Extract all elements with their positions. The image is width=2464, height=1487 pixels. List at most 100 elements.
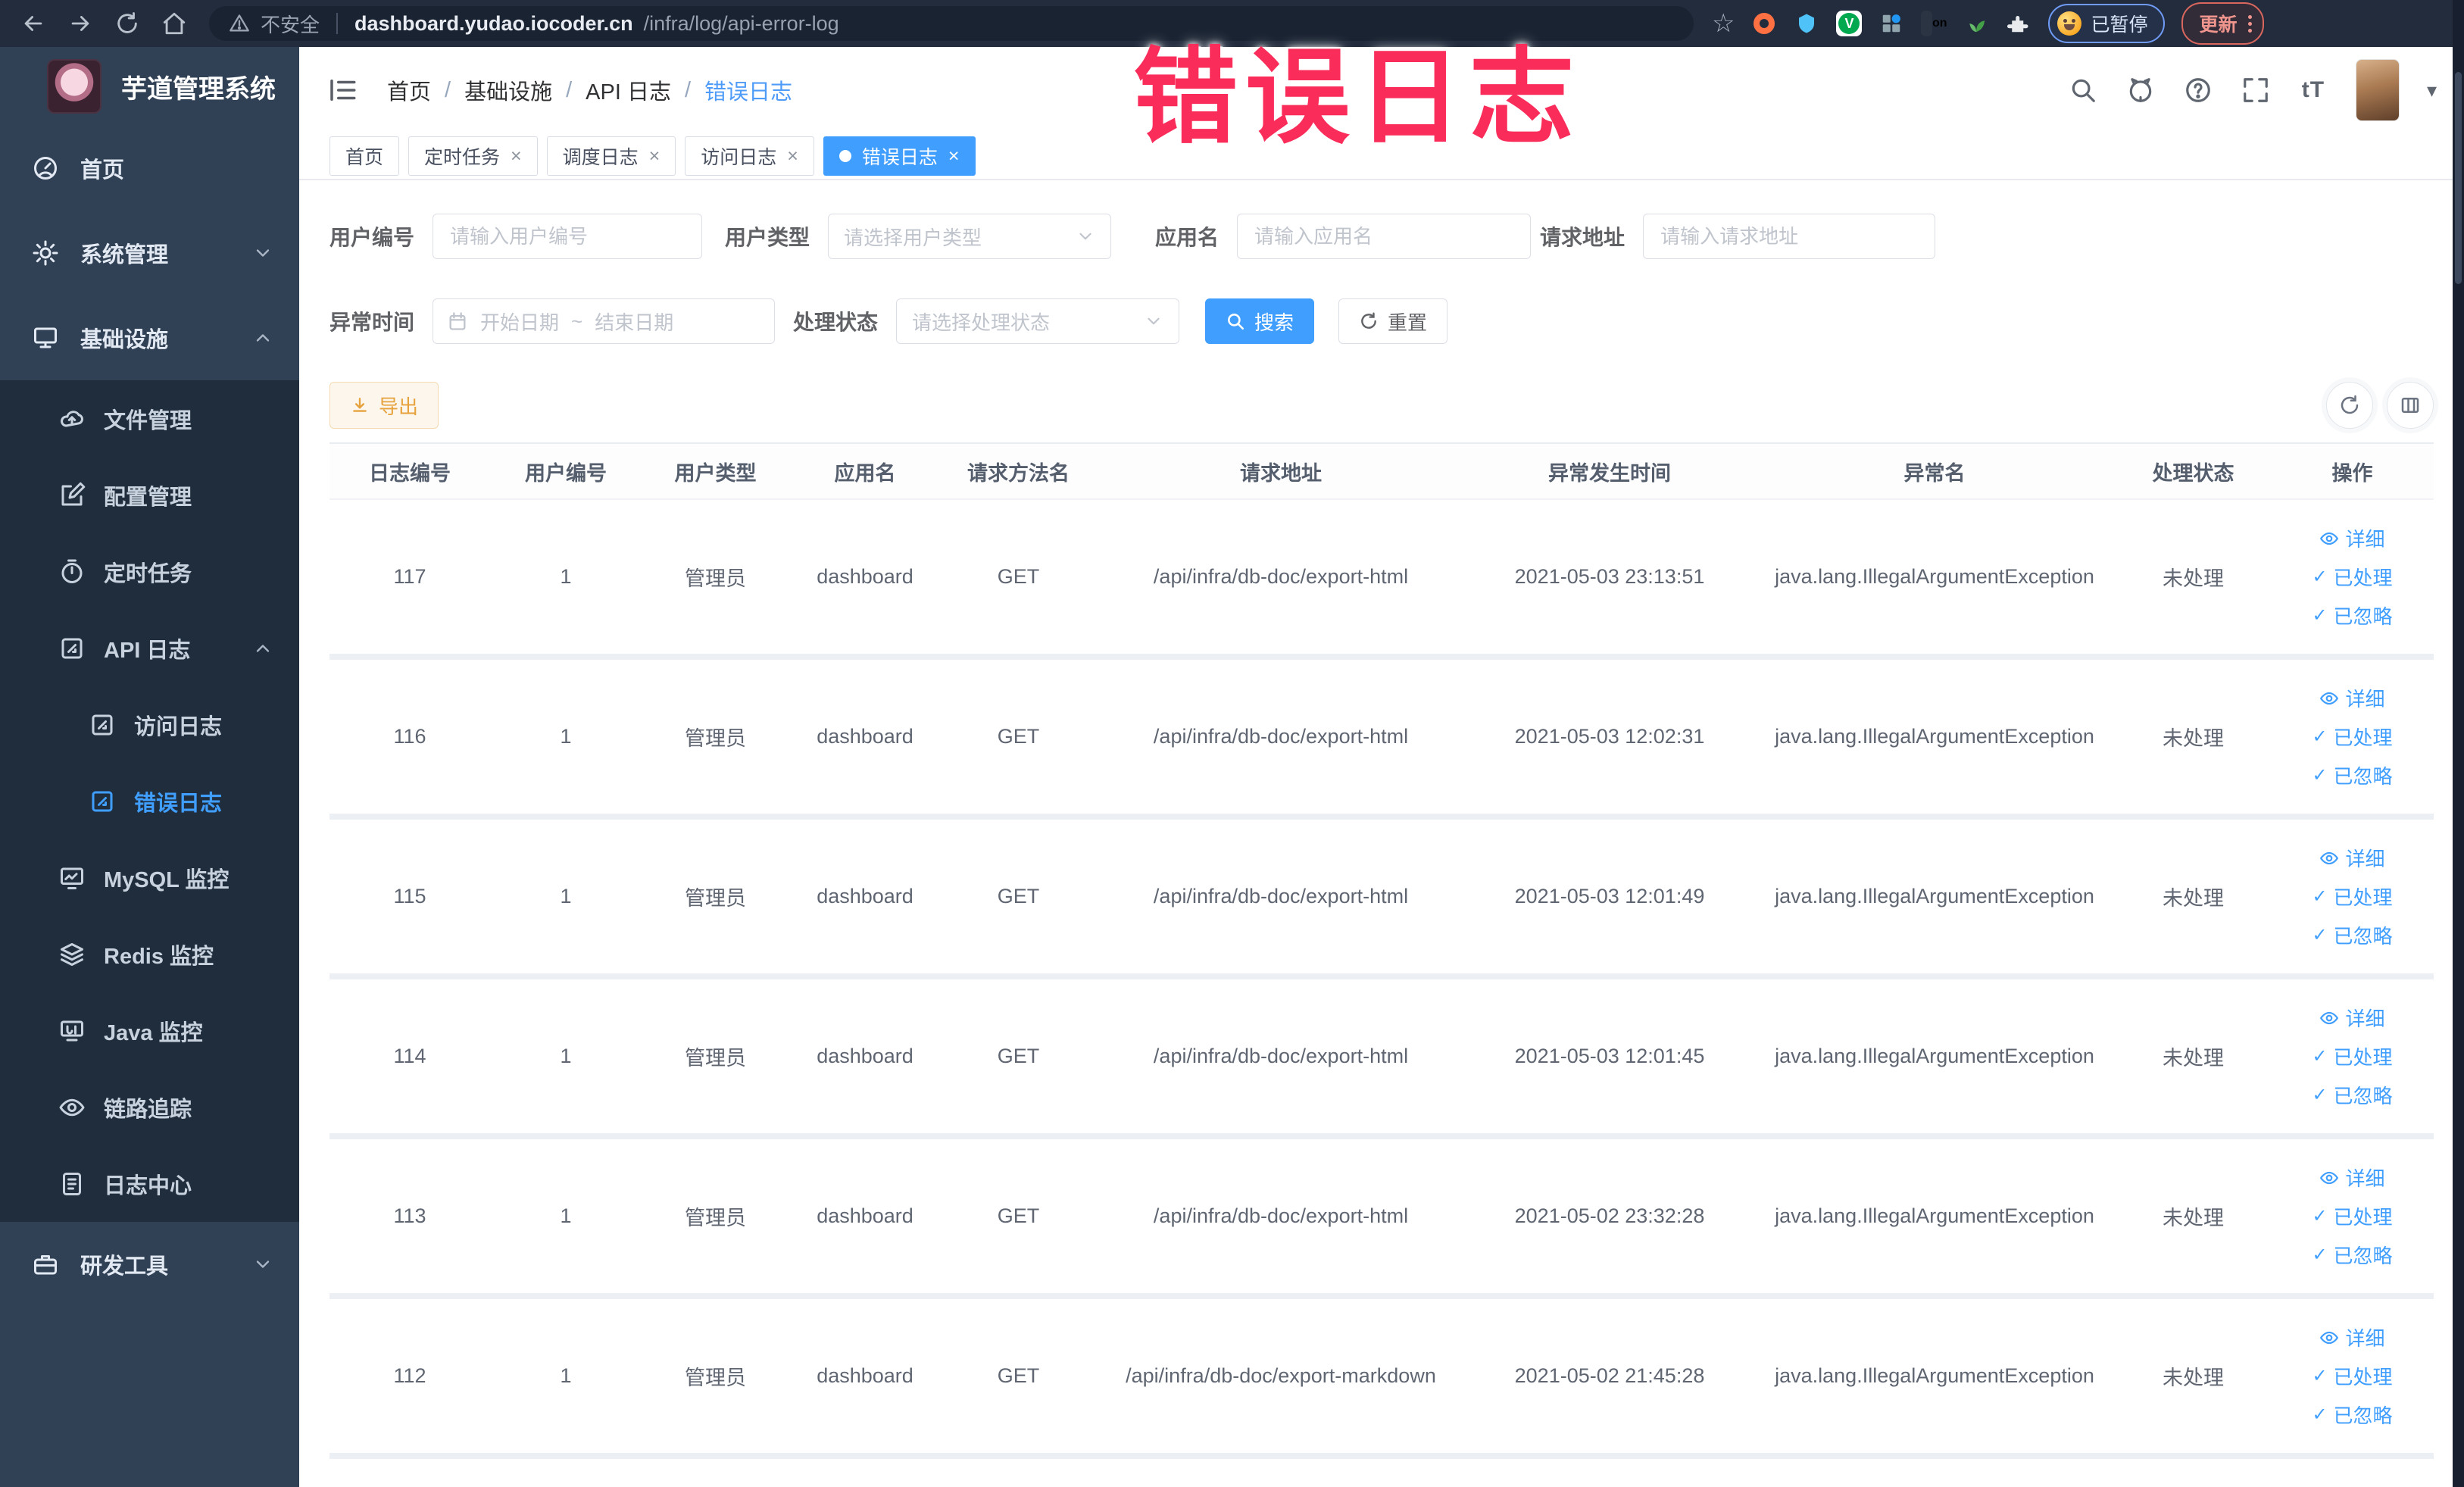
sidebar-item-redis-monitor[interactable]: Redis 监控 [0,916,299,992]
tab-error-log[interactable]: 错误日志 × [823,136,976,176]
mark-ignored-link[interactable]: ✓ 已忽略 [2312,1081,2392,1109]
reset-button[interactable]: 重置 [1338,298,1448,344]
infra-icon [34,327,57,348]
detail-link[interactable]: 详细 [2319,1004,2385,1032]
scrollbar-thumb[interactable] [2455,72,2462,284]
app-name-input[interactable] [1237,214,1532,259]
detail-link[interactable]: 详细 [2319,1164,2385,1192]
mark-ignored-link[interactable]: ✓ 已忽略 [2312,921,2392,949]
cell-process-status: 未处理 [2163,1207,2224,1229]
cell-user-type: 管理员 [685,1367,746,1389]
api-log-icon [61,638,83,658]
detail-link[interactable]: 详细 [2319,684,2385,712]
sidebar-item-access-log[interactable]: 访问日志 [0,686,299,763]
sidebar-item-error-log[interactable]: 错误日志 [0,763,299,839]
fullscreen-icon[interactable] [2241,75,2271,105]
sidebar-item-infra[interactable]: 基础设施 [0,295,299,380]
avatar-caret-icon[interactable]: ▾ [2427,79,2437,102]
close-icon[interactable]: × [787,146,798,166]
date-range-picker[interactable]: 开始日期 ~ 结束日期 [433,298,776,344]
sidebar-item-home[interactable]: 首页 [0,126,299,211]
mark-ignored-link[interactable]: ✓ 已忽略 [2312,601,2392,629]
security-label[interactable]: 不安全 [261,10,320,38]
extensions-puzzle-icon[interactable] [2006,11,2031,36]
mark-processed-link[interactable]: ✓ 已处理 [2312,723,2392,751]
extension-leaf-icon[interactable] [1963,11,1989,36]
breadcrumb-api-log[interactable]: API 日志 [586,74,671,106]
mark-processed-link[interactable]: ✓ 已处理 [2312,883,2392,911]
sidebar-item-java-monitor[interactable]: Java 监控 [0,992,299,1069]
cell-app-name: dashboard [817,1045,913,1067]
extension-v-icon[interactable]: V [1836,11,1863,36]
sidebar-item-config-manage[interactable]: 配置管理 [0,457,299,533]
update-button[interactable]: 更新 [2181,2,2264,45]
cell-user-type: 管理员 [685,887,746,910]
navbar-actions: tT ▾ [2068,59,2437,121]
request-url-input[interactable] [1643,214,1936,259]
chevron-down-icon [1148,317,1160,325]
home-icon[interactable] [155,5,194,42]
search-button[interactable]: 搜索 [1205,298,1315,344]
breadcrumb-home[interactable]: 首页 [387,74,431,106]
column-header: 处理状态 [2152,461,2234,485]
forward-icon[interactable] [61,5,100,42]
extension-grid-icon[interactable] [1878,11,1904,36]
cell-user-id: 1 [560,885,572,908]
access-log-icon [92,714,113,735]
sidebar-logo[interactable]: 芋道管理系统 [0,47,299,126]
column-settings-button[interactable] [2387,382,2434,429]
address-bar[interactable]: 不安全 dashboard.yudao.iocoder.cn /infra/lo… [209,6,1694,41]
tab-schedule-log[interactable]: 调度日志 × [546,136,676,176]
sidebar-item-mysql-monitor[interactable]: MySQL 监控 [0,839,299,916]
extension-on-icon[interactable]: on [1921,11,1947,36]
extension-donut-icon[interactable] [1751,11,1777,36]
row-actions: 详细 ✓ 已处理 ✓ 已忽略 [2271,844,2434,949]
help-icon[interactable] [2183,75,2213,105]
detail-link[interactable]: 详细 [2319,524,2385,552]
tab-home[interactable]: 首页 [329,136,400,176]
detail-link[interactable]: 详细 [2319,844,2385,872]
extension-shield-icon[interactable] [1794,11,1819,36]
refresh-button[interactable] [2326,382,2373,429]
browser-toolbar-right: ☆ V on 已暂停 更新 [1712,2,2282,45]
sidebar-item-dev-tools[interactable]: 研发工具 [0,1222,299,1307]
process-status-select[interactable]: 请选择处理状态 [896,298,1180,344]
mark-ignored-link[interactable]: ✓ 已忽略 [2312,1241,2392,1269]
breadcrumb-infra[interactable]: 基础设施 [464,74,552,106]
close-icon[interactable]: × [511,146,522,166]
paused-badge[interactable]: 已暂停 [2048,4,2165,43]
tab-access-log[interactable]: 访问日志 × [685,136,814,176]
sidebar-item-scheduled-jobs[interactable]: 定时任务 [0,533,299,610]
sidebar-item-log-center[interactable]: 日志中心 [0,1145,299,1222]
cell-user-id: 1 [560,565,572,588]
mark-ignored-link[interactable]: ✓ 已忽略 [2312,761,2392,789]
user-id-input[interactable] [433,214,703,259]
tab-scheduled-jobs[interactable]: 定时任务 × [408,136,538,176]
sidebar-item-api-log[interactable]: API 日志 [0,610,299,686]
export-button[interactable]: 导出 [329,382,439,429]
sidebar-toggle-icon[interactable] [326,74,358,106]
gear-icon [33,240,58,266]
github-icon[interactable] [2125,75,2156,105]
close-icon[interactable]: × [649,146,661,166]
scrollbar[interactable] [2453,0,2464,1487]
sidebar-item-system[interactable]: 系统管理 [0,211,299,295]
column-header: 请求地址 [1240,461,1322,485]
font-size-icon[interactable]: tT [2298,75,2328,105]
bookmark-star-icon[interactable]: ☆ [1712,11,1735,36]
sidebar-item-trace[interactable]: 链路追踪 [0,1069,299,1145]
mark-processed-link[interactable]: ✓ 已处理 [2312,1042,2392,1070]
back-icon[interactable] [14,5,53,42]
mark-processed-link[interactable]: ✓ 已处理 [2312,1202,2392,1230]
avatar[interactable] [2355,59,2400,121]
browser-menu-icon[interactable] [2247,14,2252,33]
reload-icon[interactable] [108,5,147,42]
detail-link[interactable]: 详细 [2319,1323,2385,1351]
search-icon[interactable] [2068,75,2098,105]
mark-ignored-link[interactable]: ✓ 已忽略 [2312,1401,2392,1429]
close-icon[interactable]: × [948,146,960,166]
user-type-select[interactable]: 请选择用户类型 [828,214,1112,259]
mark-processed-link[interactable]: ✓ 已处理 [2312,1362,2392,1390]
sidebar-item-file-manage[interactable]: 文件管理 [0,380,299,457]
mark-processed-link[interactable]: ✓ 已处理 [2312,563,2392,591]
